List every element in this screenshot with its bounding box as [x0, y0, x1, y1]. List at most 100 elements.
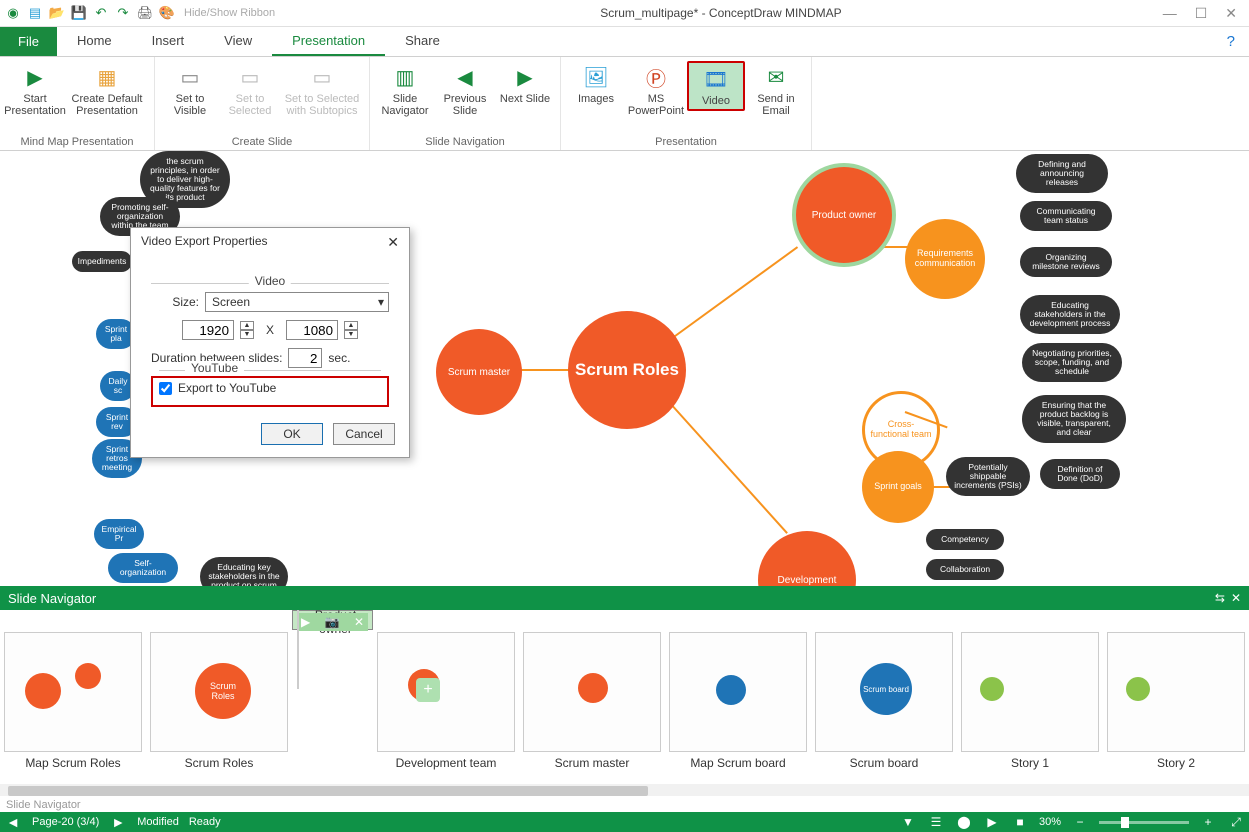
- prev-page-icon[interactable]: ◄: [4, 814, 22, 830]
- group-createslide: Create Slide: [161, 134, 363, 148]
- undo-icon[interactable]: ↶: [92, 4, 110, 22]
- set-to-selected-subtopics-button: ▭Set to Selected with Subtopics: [281, 61, 363, 117]
- node-comm-status[interactable]: Communicating team status: [1020, 201, 1112, 231]
- node-edu-key[interactable]: Educating key stakeholders in the produc…: [200, 557, 288, 587]
- send-email-button[interactable]: ✉Send in Email: [747, 61, 805, 117]
- node-sprint-goals[interactable]: Sprint goals: [862, 451, 934, 523]
- zoom-in-icon[interactable]: +: [1199, 814, 1217, 830]
- node-psi[interactable]: Potentially shippable increments (PSIs): [946, 457, 1030, 496]
- minimize-icon[interactable]: —: [1163, 5, 1177, 22]
- dialog-title: Video Export Properties: [141, 234, 268, 251]
- dialog-close-icon[interactable]: ✕: [387, 234, 399, 251]
- app-icon: ◉: [4, 4, 22, 22]
- export-youtube-checkbox[interactable]: [159, 382, 172, 395]
- height-spinner[interactable]: ▲▼: [344, 321, 358, 339]
- slide-navigator-button[interactable]: ▥Slide Navigator: [376, 61, 434, 117]
- slide-thumb-selected[interactable]: ▶📷✕ Product owner: [292, 610, 373, 630]
- size-select[interactable]: Screen ▾: [205, 292, 389, 312]
- slide-navigator-body[interactable]: Map Scrum Roles ScrumRoles Scrum Roles ▶…: [0, 610, 1249, 784]
- node-negotiating[interactable]: Negotiating priorities, scope, funding, …: [1022, 343, 1122, 382]
- node-empirical[interactable]: Empirical Pr: [94, 519, 144, 549]
- node-scrum-roles[interactable]: Scrum Roles: [568, 311, 686, 429]
- group-slidenav: Slide Navigation: [376, 134, 554, 148]
- add-slide-button[interactable]: +: [416, 678, 440, 702]
- pin-icon[interactable]: ⇆: [1215, 591, 1225, 605]
- ms-powerpoint-button[interactable]: ⓅMS PowerPoint: [627, 61, 685, 117]
- slide-thumb[interactable]: Scrum master: [519, 610, 665, 784]
- node-collaboration[interactable]: Collaboration: [926, 559, 1004, 580]
- node-self-org[interactable]: Self-organization: [108, 553, 178, 583]
- tab-home[interactable]: Home: [57, 27, 132, 56]
- new-icon[interactable]: ▤: [26, 4, 44, 22]
- ok-button[interactable]: OK: [261, 423, 323, 445]
- width-spinner[interactable]: ▲▼: [240, 321, 254, 339]
- node-impediments[interactable]: Impediments: [72, 251, 132, 272]
- panel-close-icon[interactable]: ✕: [1231, 591, 1241, 605]
- previous-slide-button[interactable]: ◀Previous Slide: [436, 61, 494, 117]
- status-bar: ◄ Page-20 (3/4) ► Modified Ready ▼ ☰ ⬤ ▶…: [0, 812, 1249, 832]
- help-icon[interactable]: ?: [1227, 33, 1235, 50]
- record-icon[interactable]: ⬤: [955, 814, 973, 830]
- node-product-owner[interactable]: Product owner: [792, 163, 896, 267]
- open-icon[interactable]: 📂: [48, 4, 66, 22]
- fit-icon[interactable]: ⤢: [1227, 814, 1245, 830]
- tab-insert[interactable]: Insert: [132, 27, 205, 56]
- node-req-comm[interactable]: Requirements communication: [905, 219, 985, 299]
- node-defining[interactable]: Defining and announcing releases: [1016, 154, 1108, 193]
- stop-icon[interactable]: ■: [1011, 814, 1029, 830]
- start-presentation-button[interactable]: ▶Start Presentation: [6, 61, 64, 117]
- width-input[interactable]: [182, 320, 234, 340]
- print-icon[interactable]: 🖨: [136, 4, 154, 22]
- remove-slide-icon[interactable]: ✕: [354, 615, 364, 629]
- tab-view[interactable]: View: [204, 27, 272, 56]
- slide-navigator-header: Slide Navigator ⇆ ✕: [0, 586, 1249, 610]
- tab-presentation[interactable]: Presentation: [272, 27, 385, 56]
- node-scrum-master[interactable]: Scrum master: [436, 329, 522, 415]
- filter-icon[interactable]: ▼: [899, 814, 917, 830]
- create-default-presentation-button[interactable]: ▦Create Default Presentation: [66, 61, 148, 117]
- node-competency[interactable]: Competency: [926, 529, 1004, 550]
- node-ensuring[interactable]: Ensuring that the product backlog is vis…: [1022, 395, 1126, 443]
- play-icon[interactable]: ▶: [301, 615, 310, 629]
- link-icon[interactable]: ☰: [927, 814, 945, 830]
- save-icon[interactable]: 💾: [70, 4, 88, 22]
- play-status-icon[interactable]: ▶: [983, 814, 1001, 830]
- node-dod[interactable]: Definition of Done (DoD): [1040, 459, 1120, 489]
- slide-thumb[interactable]: Map Scrum Roles: [0, 610, 146, 784]
- page-indicator: Page-20 (3/4): [32, 816, 99, 828]
- height-input[interactable]: [286, 320, 338, 340]
- size-label: Size:: [151, 295, 199, 309]
- node-development[interactable]: Development: [758, 531, 856, 587]
- redo-icon[interactable]: ↷: [114, 4, 132, 22]
- next-slide-button[interactable]: ▶Next Slide: [496, 61, 554, 105]
- zoom-slider[interactable]: [1099, 821, 1189, 824]
- tab-file[interactable]: File: [0, 27, 57, 56]
- node-org-reviews[interactable]: Organizing milestone reviews: [1020, 247, 1112, 277]
- next-page-icon[interactable]: ►: [109, 814, 127, 830]
- slide-thumb[interactable]: Scrum board Scrum board: [811, 610, 957, 784]
- node-edu-stake[interactable]: Educating stakeholders in the developmen…: [1020, 295, 1120, 334]
- set-to-selected-button: ▭Set to Selected: [221, 61, 279, 117]
- video-button[interactable]: 🎞Video: [687, 61, 745, 111]
- maximize-icon[interactable]: ☐: [1195, 5, 1208, 22]
- slide-thumb[interactable]: Story 1: [957, 610, 1103, 784]
- slide-thumb[interactable]: ScrumRoles Scrum Roles: [146, 610, 292, 784]
- images-button[interactable]: 🖼Images: [567, 61, 625, 105]
- hide-show-ribbon[interactable]: Hide/Show Ribbon: [184, 7, 275, 19]
- cancel-button[interactable]: Cancel: [333, 423, 395, 445]
- slide-thumb[interactable]: Development team: [373, 610, 519, 784]
- chevron-down-icon: ▾: [378, 295, 384, 309]
- theme-icon[interactable]: 🎨: [158, 4, 176, 22]
- video-export-dialog: Video Export Properties ✕ Video Size: Sc…: [130, 227, 410, 458]
- set-to-visible-button[interactable]: ▭Set to Visible: [161, 61, 219, 117]
- slide-thumb[interactable]: Story 2: [1103, 610, 1249, 784]
- camera-icon[interactable]: 📷: [325, 615, 340, 629]
- duration-input[interactable]: [288, 348, 322, 368]
- window-title: Scrum_multipage* - ConceptDraw MINDMAP: [279, 6, 1163, 20]
- slide-thumb[interactable]: Map Scrum board: [665, 610, 811, 784]
- close-icon[interactable]: ✕: [1225, 5, 1237, 22]
- tab-share[interactable]: Share: [385, 27, 460, 56]
- zoom-out-icon[interactable]: −: [1071, 814, 1089, 830]
- status-ready: Ready: [189, 816, 221, 828]
- group-presentation: Presentation: [567, 134, 805, 148]
